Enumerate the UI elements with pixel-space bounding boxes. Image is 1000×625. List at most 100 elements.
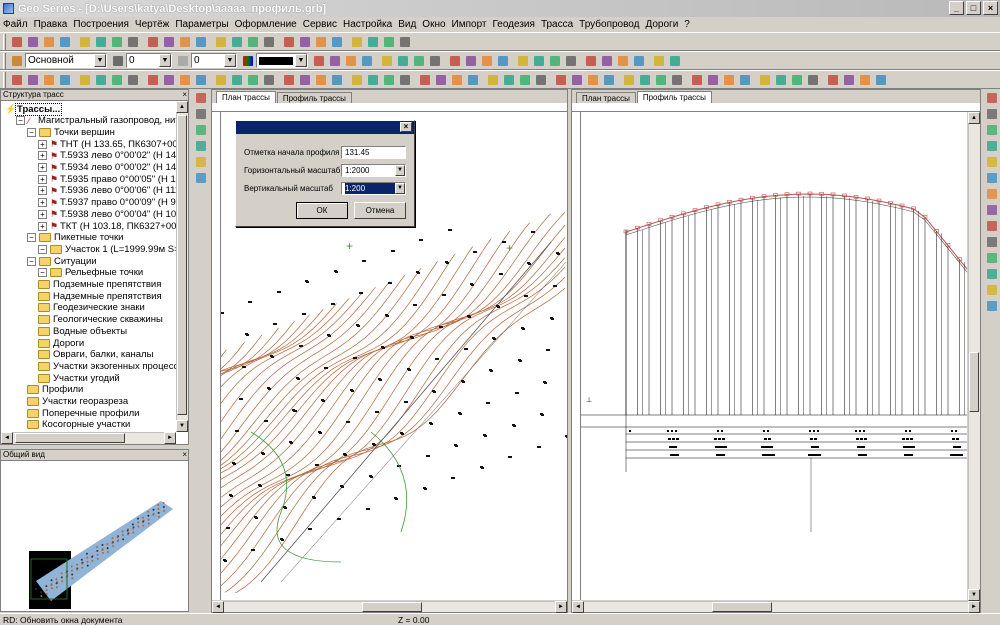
menu-item-1[interactable]: Правка	[31, 19, 71, 30]
draw-tool-icon[interactable]	[450, 73, 464, 87]
menu-item-10[interactable]: Импорт	[449, 19, 490, 30]
dropdown-arrow-icon[interactable]: ▼	[395, 165, 405, 176]
draw-tool-icon[interactable]	[586, 73, 600, 87]
tree-item[interactable]: +⚑Т.5937 право 0°00'09" (Н 92.7	[38, 197, 176, 209]
tab-plan[interactable]: План трассы	[576, 92, 636, 103]
vertical-scale-select[interactable]: 1:200 ▼	[341, 182, 406, 195]
layers-icon[interactable]	[10, 54, 24, 68]
tool-icon[interactable]	[230, 35, 244, 49]
menu-item-3[interactable]: Чертёж	[132, 19, 172, 30]
menu-item-11[interactable]: Геодезия	[490, 19, 538, 30]
tree-item[interactable]: Участки георазреза	[27, 396, 128, 408]
side-tool-icon[interactable]	[194, 155, 208, 169]
draw-tool-icon[interactable]	[534, 73, 548, 87]
dropdown-arrow-icon[interactable]: ▼	[395, 183, 405, 194]
line-width-input-2[interactable]: 0 ▼	[191, 53, 237, 68]
zoom-tool-icon[interactable]	[985, 219, 999, 233]
draw-tool-icon[interactable]	[298, 73, 312, 87]
tree-item[interactable]: + ⚑ ТНТ (Н 133.65, ПК6307+00)	[38, 138, 176, 150]
menu-item-8[interactable]: Вид	[395, 19, 419, 30]
draw-tool-icon[interactable]	[78, 73, 92, 87]
draw-tool-icon[interactable]	[774, 73, 788, 87]
close-icon[interactable]: ×	[182, 90, 187, 100]
zoom-tool-icon[interactable]	[985, 187, 999, 201]
draw-tool-icon[interactable]	[466, 73, 480, 87]
draw-tool-icon[interactable]	[434, 73, 448, 87]
property-tool-icon[interactable]	[360, 54, 374, 68]
draw-tool-icon[interactable]	[330, 73, 344, 87]
profile-canvas[interactable]: ⊥	[581, 112, 967, 600]
property-tool-icon[interactable]	[564, 54, 578, 68]
profile-start-elevation-input[interactable]: 131.45	[341, 146, 406, 159]
property-tool-icon[interactable]	[396, 54, 410, 68]
expand-toggle-icon[interactable]: −	[27, 233, 36, 243]
property-tool-icon[interactable]	[344, 54, 358, 68]
draw-tool-icon[interactable]	[790, 73, 804, 87]
tree-item[interactable]: − Пикетные точки	[27, 232, 123, 244]
tool-icon[interactable]	[366, 35, 380, 49]
zoom-tool-icon[interactable]	[985, 91, 999, 105]
draw-tool-icon[interactable]	[42, 73, 56, 87]
plan-hscroll[interactable]: ◄ ►	[212, 601, 567, 613]
menu-item-14[interactable]: Дороги	[642, 19, 681, 30]
tool-icon[interactable]	[126, 35, 140, 49]
overview-map[interactable]	[1, 461, 189, 612]
layer-select[interactable]: Основной ▼	[25, 53, 107, 68]
draw-tool-icon[interactable]	[654, 73, 668, 87]
expand-toggle-icon[interactable]: +	[38, 139, 47, 149]
draw-tool-icon[interactable]	[706, 73, 720, 87]
tool-icon[interactable]	[146, 35, 160, 49]
draw-tool-icon[interactable]	[382, 73, 396, 87]
tree-hscroll[interactable]: ◄ ►	[1, 432, 176, 444]
property-tool-icon[interactable]	[496, 54, 510, 68]
draw-tool-icon[interactable]	[502, 73, 516, 87]
draw-tool-icon[interactable]	[246, 73, 260, 87]
draw-tool-icon[interactable]	[162, 73, 176, 87]
tool-icon[interactable]	[78, 35, 92, 49]
side-tool-icon[interactable]	[194, 171, 208, 185]
tree-item[interactable]: Водные объекты	[38, 325, 127, 337]
draw-tool-icon[interactable]	[194, 73, 208, 87]
ok-button[interactable]: ОК	[296, 202, 348, 219]
menu-item-9[interactable]: Окно	[419, 19, 448, 30]
menu-item-4[interactable]: Параметры	[172, 19, 231, 30]
property-tool-icon[interactable]	[632, 54, 646, 68]
zoom-tool-icon[interactable]	[985, 203, 999, 217]
zoom-tool-icon[interactable]	[985, 107, 999, 121]
menu-item-13[interactable]: Трубопровод	[576, 19, 642, 30]
draw-tool-icon[interactable]	[722, 73, 736, 87]
expand-toggle-icon[interactable]: −	[27, 256, 36, 266]
draw-tool-icon[interactable]	[398, 73, 412, 87]
close-button[interactable]: ×	[983, 1, 998, 15]
tool-icon[interactable]	[10, 35, 24, 49]
side-tool-icon[interactable]	[194, 139, 208, 153]
draw-tool-icon[interactable]	[670, 73, 684, 87]
tool-icon[interactable]	[194, 35, 208, 49]
minimize-button[interactable]: _	[949, 1, 964, 15]
tree-item[interactable]: Профили	[27, 384, 83, 396]
tab-profile[interactable]: Профиль трассы	[276, 92, 352, 103]
tree-item[interactable]: + ⚑ Т.5935 право 0°00'05" (Н 125	[38, 173, 176, 185]
side-tool-icon[interactable]	[194, 123, 208, 137]
zoom-tool-icon[interactable]	[985, 283, 999, 297]
draw-tool-icon[interactable]	[10, 73, 24, 87]
property-tool-icon[interactable]	[516, 54, 530, 68]
draw-tool-icon[interactable]	[738, 73, 752, 87]
property-tool-icon[interactable]	[584, 54, 598, 68]
tool-icon[interactable]	[110, 35, 124, 49]
draw-tool-icon[interactable]	[826, 73, 840, 87]
tree-item[interactable]: Геодезические знаки	[38, 302, 145, 314]
tool-icon[interactable]	[178, 35, 192, 49]
tree-item[interactable]: Овраги, балки, каналы	[38, 349, 153, 361]
draw-tool-icon[interactable]	[26, 73, 40, 87]
property-tool-icon[interactable]	[532, 54, 546, 68]
hand-icon[interactable]	[176, 54, 190, 68]
draw-tool-icon[interactable]	[230, 73, 244, 87]
draw-tool-icon[interactable]	[126, 73, 140, 87]
tree-item[interactable]: +⚑Т.5938 лево 0°00'04" (Н 100.4	[38, 208, 176, 220]
profile-vscroll[interactable]: ▲ ▼	[968, 112, 980, 601]
zoom-tool-icon[interactable]	[985, 171, 999, 185]
tool-icon[interactable]	[282, 35, 296, 49]
tool-icon[interactable]	[382, 35, 396, 49]
expand-toggle-icon[interactable]: −	[27, 127, 36, 137]
